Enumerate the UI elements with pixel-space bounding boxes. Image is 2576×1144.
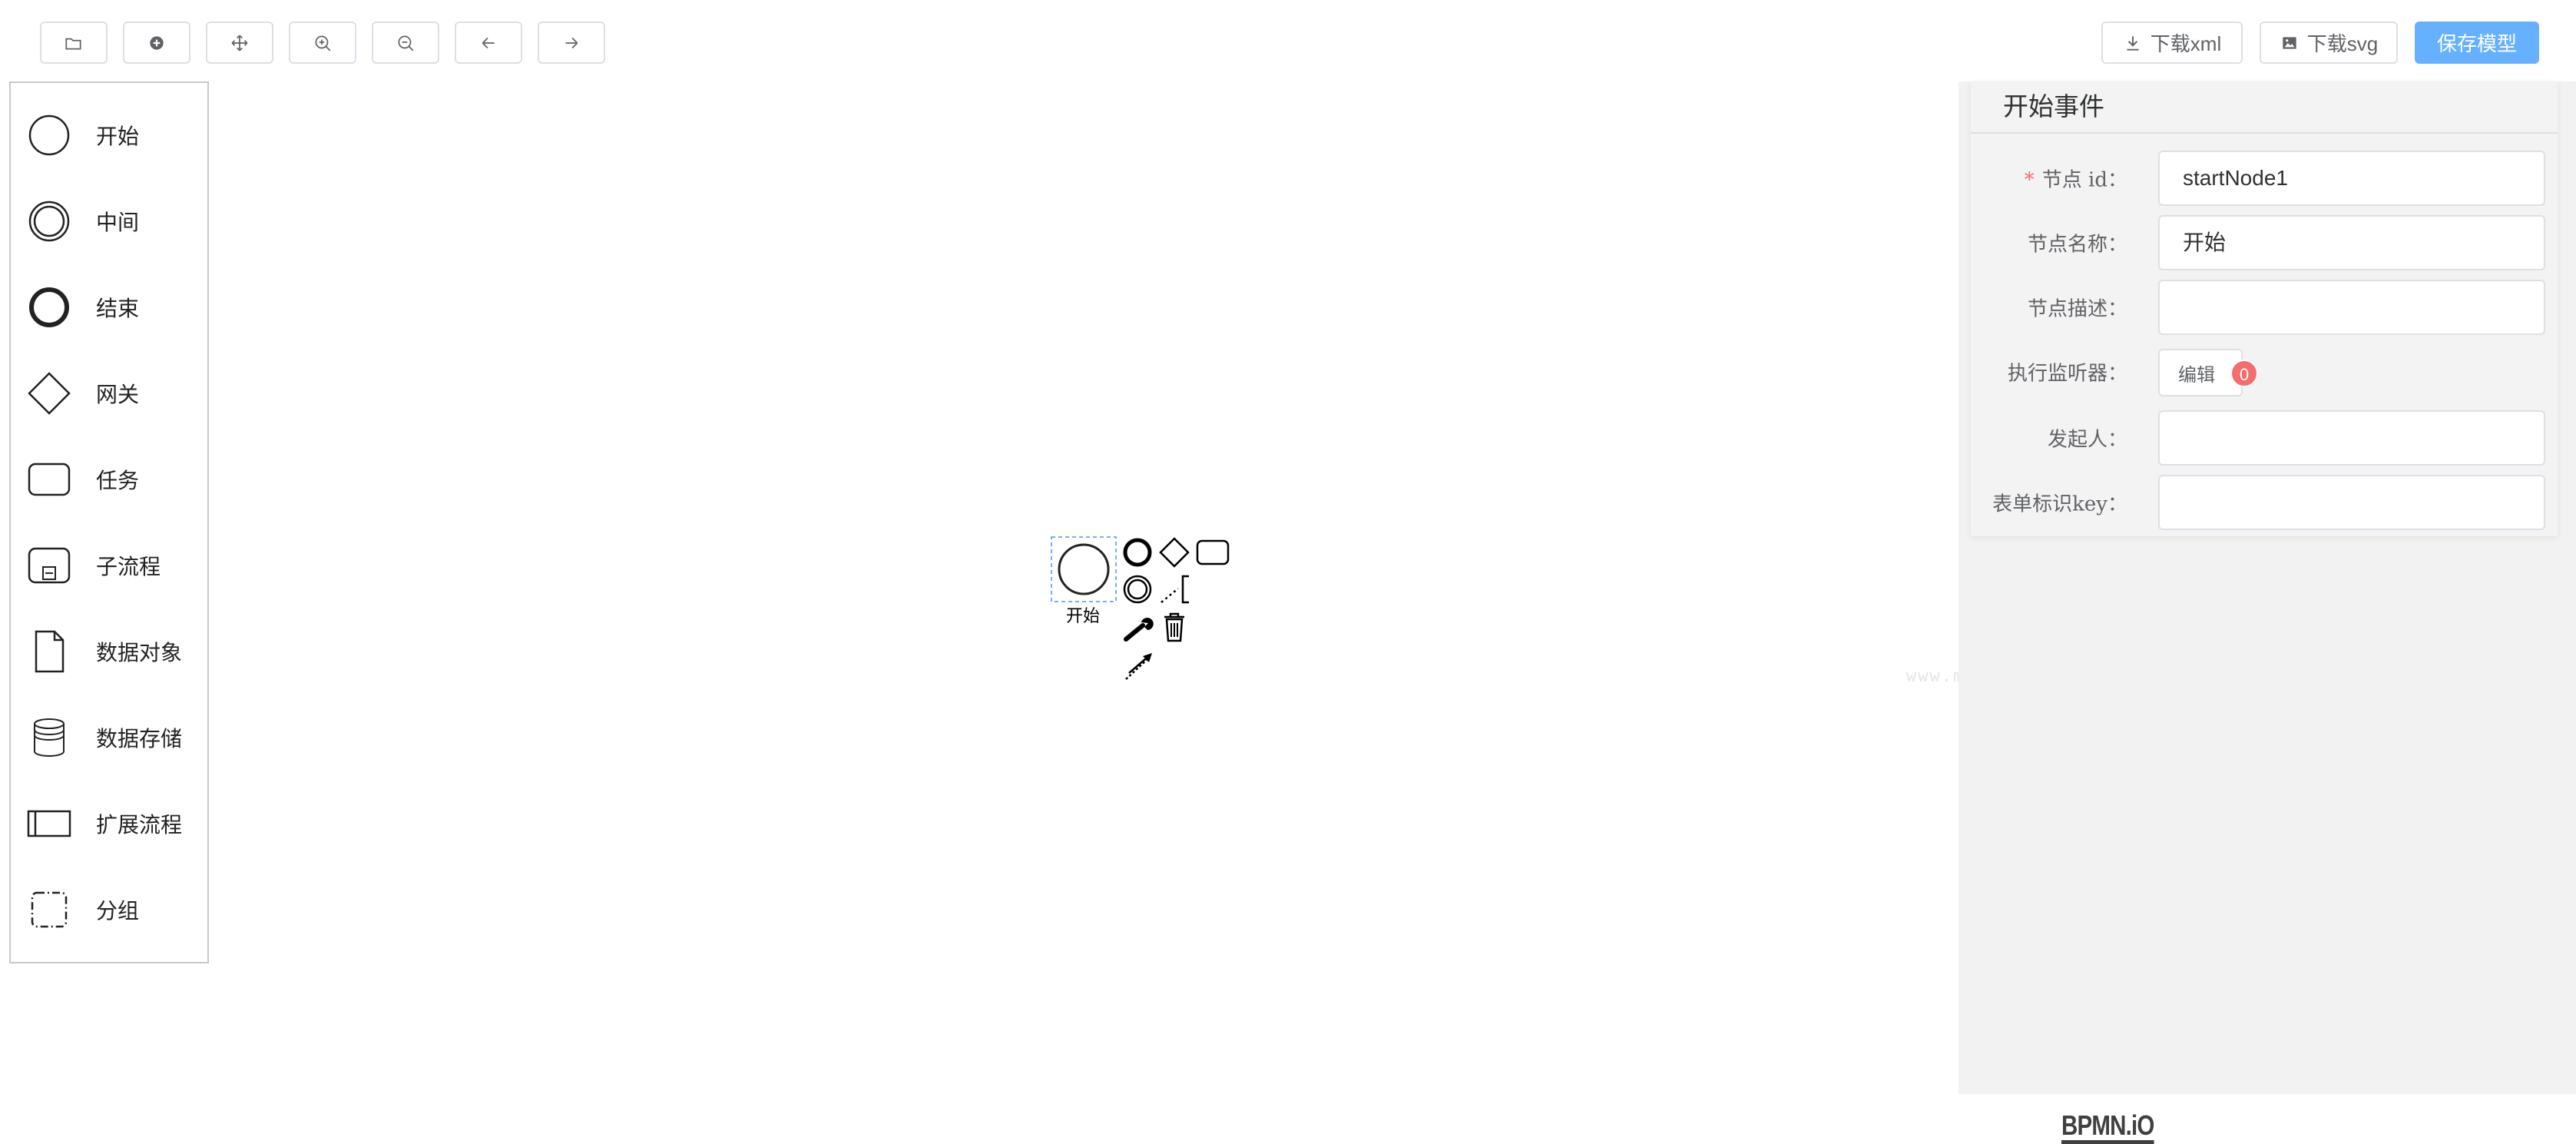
form-row-form-key: 表单标识key： (1958, 475, 2558, 530)
gateway-icon (28, 372, 71, 415)
form-row-node-description: 节点描述： (1958, 280, 2558, 335)
palette-item-label: 扩展流程 (96, 812, 183, 837)
palette-item-task[interactable]: 任务 (11, 449, 207, 510)
task-icon (28, 463, 71, 496)
intermediate-event-icon (28, 201, 70, 242)
form-key-label: 表单标识key： (1992, 492, 2127, 516)
connect-arrow-icon[interactable] (1121, 648, 1157, 684)
palette-item-participant[interactable]: 扩展流程 (11, 793, 207, 854)
palette-item-gateway[interactable]: 网关 (11, 363, 207, 424)
zoom-in-icon (315, 35, 331, 51)
palette-item-intermediate-event[interactable]: 中间 (11, 191, 207, 252)
form-key-input[interactable] (2158, 475, 2545, 530)
create-new-button[interactable] (123, 22, 190, 64)
undo-button[interactable] (455, 22, 522, 64)
palette-item-label: 中间 (96, 210, 140, 235)
participant-icon (27, 810, 71, 837)
download-icon (2127, 35, 2139, 51)
node-name-input[interactable]: 开始 (2158, 215, 2545, 270)
move-arrows-icon (231, 35, 248, 51)
bpmn-canvas[interactable]: 开始 www.mimiwuqi.com BPMN.iO (210, 81, 2154, 1144)
form-row-node-id: * 节点 id： startNode1 (1958, 151, 2558, 206)
start-event-icon (28, 114, 70, 156)
bpmn-io-logo[interactable]: BPMN.iO (2061, 1111, 2154, 1144)
form-row-node-name: 节点名称： 开始 (1958, 215, 2558, 270)
group-icon (31, 891, 68, 928)
arrow-right-icon (565, 37, 578, 48)
node-id-input[interactable]: startNode1 (2158, 151, 2545, 206)
subprocess-icon (28, 547, 71, 584)
save-model-button[interactable]: 保存模型 (2415, 22, 2539, 64)
node-description-label: 节点描述： (2027, 297, 2127, 321)
properties-panel: 开始事件 * 节点 id： startNode1 节点名称： 开始 节点描述： 执… (1958, 81, 2576, 1094)
element-palette: 开始 中间 结束 网关 任务 子流程 数据对象 数据存储 扩展流程 分组 (9, 81, 209, 963)
trash-icon[interactable] (1158, 610, 1190, 644)
text-annotation-icon[interactable] (1158, 573, 1194, 605)
toolbar: 下载xml 下载svg 保存模型 (0, 0, 2576, 81)
palette-item-data-object[interactable]: 数据对象 (11, 621, 207, 682)
zoom-out-icon (398, 35, 414, 51)
end-event-icon (29, 287, 69, 327)
data-object-icon (35, 630, 65, 673)
append-end-event-icon[interactable] (1121, 536, 1154, 569)
append-task-icon[interactable] (1195, 536, 1230, 569)
node-description-input[interactable] (2158, 280, 2545, 335)
palette-item-label: 数据对象 (96, 640, 183, 665)
palette-item-label: 分组 (96, 898, 140, 923)
palette-item-subprocess[interactable]: 子流程 (11, 535, 207, 596)
download-xml-button[interactable]: 下载xml (2101, 22, 2243, 64)
redo-button[interactable] (538, 22, 605, 64)
wrench-icon[interactable] (1121, 612, 1157, 644)
data-store-icon (34, 718, 65, 758)
download-xml-label: 下载xml (2150, 32, 2222, 55)
execution-listener-label: 执行监听器： (2007, 362, 2127, 386)
folder-open-icon (65, 38, 81, 49)
node-id-label: * 节点 id： (2024, 168, 2127, 192)
image-icon (2283, 36, 2296, 49)
panel-divider (1971, 132, 2558, 134)
node-name-label: 节点名称： (2027, 233, 2127, 257)
palette-item-label: 任务 (96, 468, 140, 493)
palette-item-start-event[interactable]: 开始 (11, 104, 207, 166)
initiator-input[interactable] (2158, 410, 2545, 466)
open-file-button[interactable] (40, 22, 108, 64)
download-svg-label: 下载svg (2306, 32, 2379, 55)
palette-item-end-event[interactable]: 结束 (11, 277, 207, 338)
required-star: * (2024, 168, 2035, 192)
form-row-initiator: 发起人： (1958, 410, 2558, 466)
zoom-in-button[interactable] (289, 22, 356, 64)
palette-item-label: 结束 (96, 296, 140, 321)
append-gateway-icon[interactable] (1158, 536, 1190, 569)
listener-count-badge: 0 (2230, 360, 2258, 387)
append-intermediate-event-icon[interactable] (1121, 573, 1154, 605)
panel-title: 开始事件 (2003, 91, 2104, 121)
palette-item-data-store[interactable]: 数据存储 (11, 707, 207, 768)
initiator-label: 发起人： (2047, 428, 2127, 452)
start-event-node[interactable] (1051, 536, 1117, 602)
zoom-out-button[interactable] (372, 22, 439, 64)
palette-item-label: 子流程 (96, 554, 161, 579)
start-event-label: 开始 (1066, 607, 1101, 626)
fit-view-button[interactable] (206, 22, 273, 64)
palette-item-label: 网关 (96, 382, 140, 407)
arrow-left-icon (482, 37, 495, 48)
palette-item-group[interactable]: 分组 (11, 879, 207, 940)
download-svg-button[interactable]: 下载svg (2260, 22, 2398, 64)
save-model-label: 保存模型 (2436, 32, 2517, 55)
plus-circle-icon (150, 35, 164, 50)
palette-item-label: 开始 (96, 124, 140, 149)
form-row-execution-listener: 执行监听器： 编辑 0 (1958, 344, 2558, 400)
palette-item-label: 数据存储 (96, 726, 183, 751)
